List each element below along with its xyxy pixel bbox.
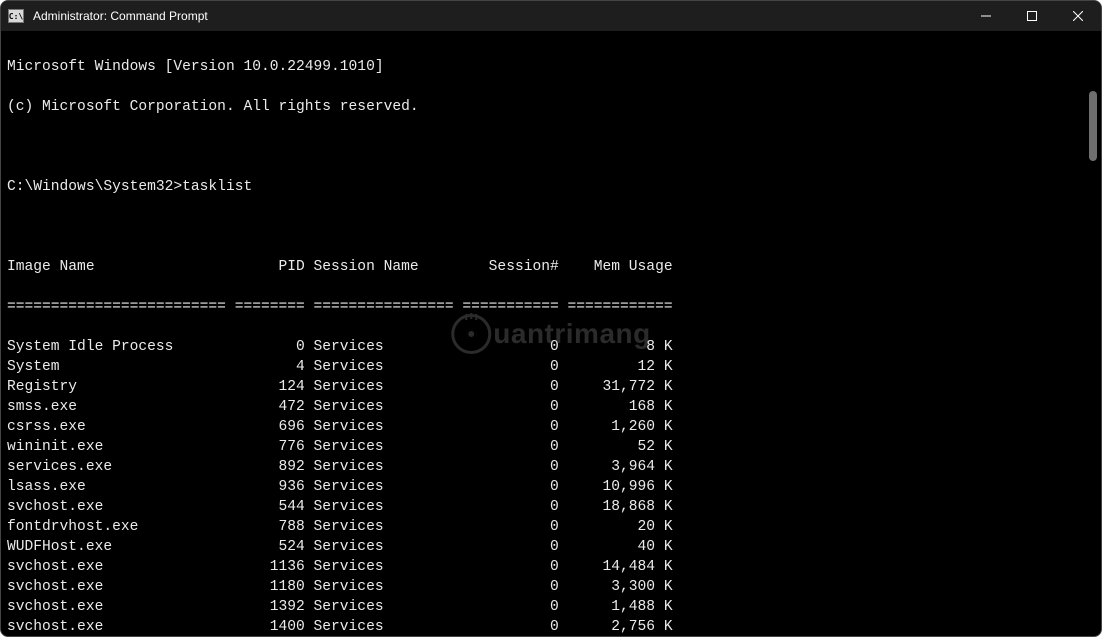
tasklist-row: System 4 Services 0 12 K: [7, 357, 1091, 377]
tasklist-row: svchost.exe 1136 Services 0 14,484 K: [7, 557, 1091, 577]
maximize-icon: [1027, 11, 1037, 21]
prompt-line: C:\Windows\System32>tasklist: [7, 177, 1091, 197]
banner-line: (c) Microsoft Corporation. All rights re…: [7, 97, 1091, 117]
tasklist-row: WUDFHost.exe 524 Services 0 40 K: [7, 537, 1091, 557]
tasklist-row: svchost.exe 1180 Services 0 3,300 K: [7, 577, 1091, 597]
tasklist-row: svchost.exe 544 Services 0 18,868 K: [7, 497, 1091, 517]
blank-line: [7, 217, 1091, 237]
tasklist-row: csrss.exe 696 Services 0 1,260 K: [7, 417, 1091, 437]
cmd-app-icon: C:\: [8, 9, 24, 23]
minimize-icon: [981, 11, 991, 21]
window-buttons: [963, 1, 1101, 31]
tasklist-header: Image Name PID Session Name Session# Mem…: [7, 257, 1091, 277]
titlebar[interactable]: C:\ Administrator: Command Prompt: [1, 1, 1101, 31]
maximize-button[interactable]: [1009, 1, 1055, 31]
tasklist-row: lsass.exe 936 Services 0 10,996 K: [7, 477, 1091, 497]
tasklist-row: System Idle Process 0 Services 0 8 K: [7, 337, 1091, 357]
tasklist-row: wininit.exe 776 Services 0 52 K: [7, 437, 1091, 457]
banner-line: Microsoft Windows [Version 10.0.22499.10…: [7, 57, 1091, 77]
blank-line: [7, 137, 1091, 157]
tasklist-row: smss.exe 472 Services 0 168 K: [7, 397, 1091, 417]
prompt-path: C:\Windows\System32>: [7, 179, 182, 195]
tasklist-row: Registry 124 Services 0 31,772 K: [7, 377, 1091, 397]
minimize-button[interactable]: [963, 1, 1009, 31]
tasklist-row: fontdrvhost.exe 788 Services 0 20 K: [7, 517, 1091, 537]
close-icon: [1073, 11, 1083, 21]
tasklist-row: svchost.exe 1392 Services 0 1,488 K: [7, 597, 1091, 617]
tasklist-row: svchost.exe 1400 Services 0 2,756 K: [7, 617, 1091, 636]
prompt-command: tasklist: [182, 179, 252, 195]
scrollbar-thumb[interactable]: [1089, 91, 1097, 161]
window-title: Administrator: Command Prompt: [31, 9, 963, 23]
close-button[interactable]: [1055, 1, 1101, 31]
terminal-output[interactable]: Microsoft Windows [Version 10.0.22499.10…: [1, 31, 1101, 636]
tasklist-separator: ========================= ======== =====…: [7, 297, 1091, 317]
tasklist-row: services.exe 892 Services 0 3,964 K: [7, 457, 1091, 477]
command-prompt-window: C:\ Administrator: Command Prompt Micros…: [0, 0, 1102, 637]
app-icon-wrap: C:\: [1, 9, 31, 23]
